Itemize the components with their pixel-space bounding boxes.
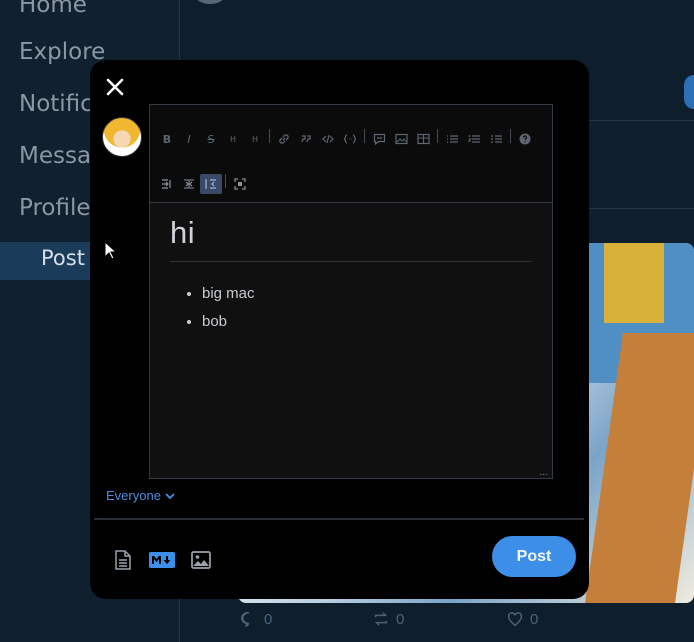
fullscreen-button[interactable] bbox=[229, 174, 251, 194]
plain-text-button[interactable] bbox=[110, 547, 136, 573]
help-icon bbox=[519, 133, 531, 145]
edit-mode-button[interactable] bbox=[200, 174, 222, 194]
markdown-editor[interactable]: B I S H H hi • big mac • bob ... bbox=[149, 104, 553, 479]
table-icon bbox=[416, 133, 430, 145]
fullscreen-icon bbox=[234, 178, 246, 190]
help-button[interactable] bbox=[514, 129, 536, 149]
list-item: big mac bbox=[202, 280, 532, 308]
italic-button[interactable]: I bbox=[178, 129, 200, 149]
reply-action[interactable]: 0 bbox=[240, 610, 272, 628]
checklist-icon bbox=[490, 135, 502, 143]
unordered-list-button[interactable] bbox=[441, 129, 463, 149]
resize-handle[interactable]: ... bbox=[540, 467, 548, 478]
edit-icon bbox=[205, 179, 216, 189]
code-block-icon bbox=[343, 134, 357, 144]
code-button[interactable] bbox=[317, 129, 339, 149]
sidebar-item-home[interactable]: Home bbox=[19, 0, 87, 18]
composer-options bbox=[110, 547, 214, 573]
content-list: big mac bob bbox=[202, 280, 532, 336]
code-icon bbox=[322, 134, 334, 144]
heading-smaller-button[interactable]: H bbox=[244, 129, 266, 149]
content-heading: hi bbox=[170, 215, 532, 262]
audience-selector[interactable]: Everyone bbox=[106, 488, 175, 503]
image-icon bbox=[191, 551, 211, 569]
heart-icon bbox=[507, 612, 523, 627]
editor-content[interactable]: hi big mac bob bbox=[150, 203, 552, 336]
link-button[interactable] bbox=[273, 129, 295, 149]
sidebar-item-profile[interactable]: Profile bbox=[19, 195, 91, 221]
close-icon bbox=[106, 78, 124, 96]
post-button[interactable]: Post bbox=[492, 536, 576, 577]
repost-icon bbox=[374, 612, 388, 626]
columns-icon bbox=[184, 179, 194, 189]
list-item: bob bbox=[202, 308, 532, 336]
chevron-down-icon bbox=[165, 492, 175, 499]
document-icon bbox=[115, 550, 131, 570]
preview-icon bbox=[162, 179, 171, 189]
quote-icon bbox=[301, 135, 311, 143]
table-button[interactable] bbox=[412, 129, 434, 149]
reply-count: 0 bbox=[264, 610, 273, 628]
task-list-button[interactable] bbox=[485, 129, 507, 149]
preview-button[interactable] bbox=[156, 174, 178, 194]
code-block-button[interactable] bbox=[339, 129, 361, 149]
reply-icon bbox=[241, 611, 250, 627]
avatar bbox=[102, 117, 142, 157]
markdown-button[interactable] bbox=[148, 547, 176, 573]
ordered-list-button[interactable] bbox=[463, 129, 485, 149]
strikethrough-button[interactable]: S bbox=[200, 129, 222, 149]
compose-modal: B I S H H hi • big mac • bob ... Everyon… bbox=[90, 60, 589, 599]
sidebar-item-messages[interactable]: Messa bbox=[19, 143, 91, 169]
link-icon bbox=[279, 134, 289, 144]
repost-action[interactable]: 0 bbox=[372, 610, 404, 628]
like-action[interactable]: 0 bbox=[506, 610, 538, 628]
close-button[interactable] bbox=[102, 74, 128, 100]
side-by-side-button[interactable] bbox=[178, 174, 200, 194]
feed-button[interactable] bbox=[684, 75, 694, 109]
image-button[interactable] bbox=[390, 129, 412, 149]
mouse-cursor-icon bbox=[104, 241, 118, 260]
markdown-icon bbox=[149, 552, 175, 568]
like-count: 0 bbox=[530, 610, 539, 628]
audience-label: Everyone bbox=[106, 488, 161, 503]
sidebar-item-notifications[interactable]: Notific bbox=[19, 91, 93, 117]
editor-toolbar: B I S H H bbox=[150, 105, 552, 203]
divider bbox=[94, 518, 584, 520]
comment-icon bbox=[373, 133, 385, 145]
image-icon bbox=[394, 133, 408, 145]
numbered-list-icon bbox=[467, 135, 480, 143]
add-image-button[interactable] bbox=[188, 547, 214, 573]
comment-button[interactable] bbox=[368, 129, 390, 149]
sidebar-item-post-label: Post bbox=[41, 246, 85, 270]
bullet-list-icon bbox=[446, 135, 458, 143]
repost-count: 0 bbox=[396, 610, 405, 628]
bold-button[interactable]: B bbox=[156, 129, 178, 149]
sidebar-item-explore[interactable]: Explore bbox=[19, 39, 105, 65]
quote-button[interactable] bbox=[295, 129, 317, 149]
heading-button[interactable]: H bbox=[222, 129, 244, 149]
